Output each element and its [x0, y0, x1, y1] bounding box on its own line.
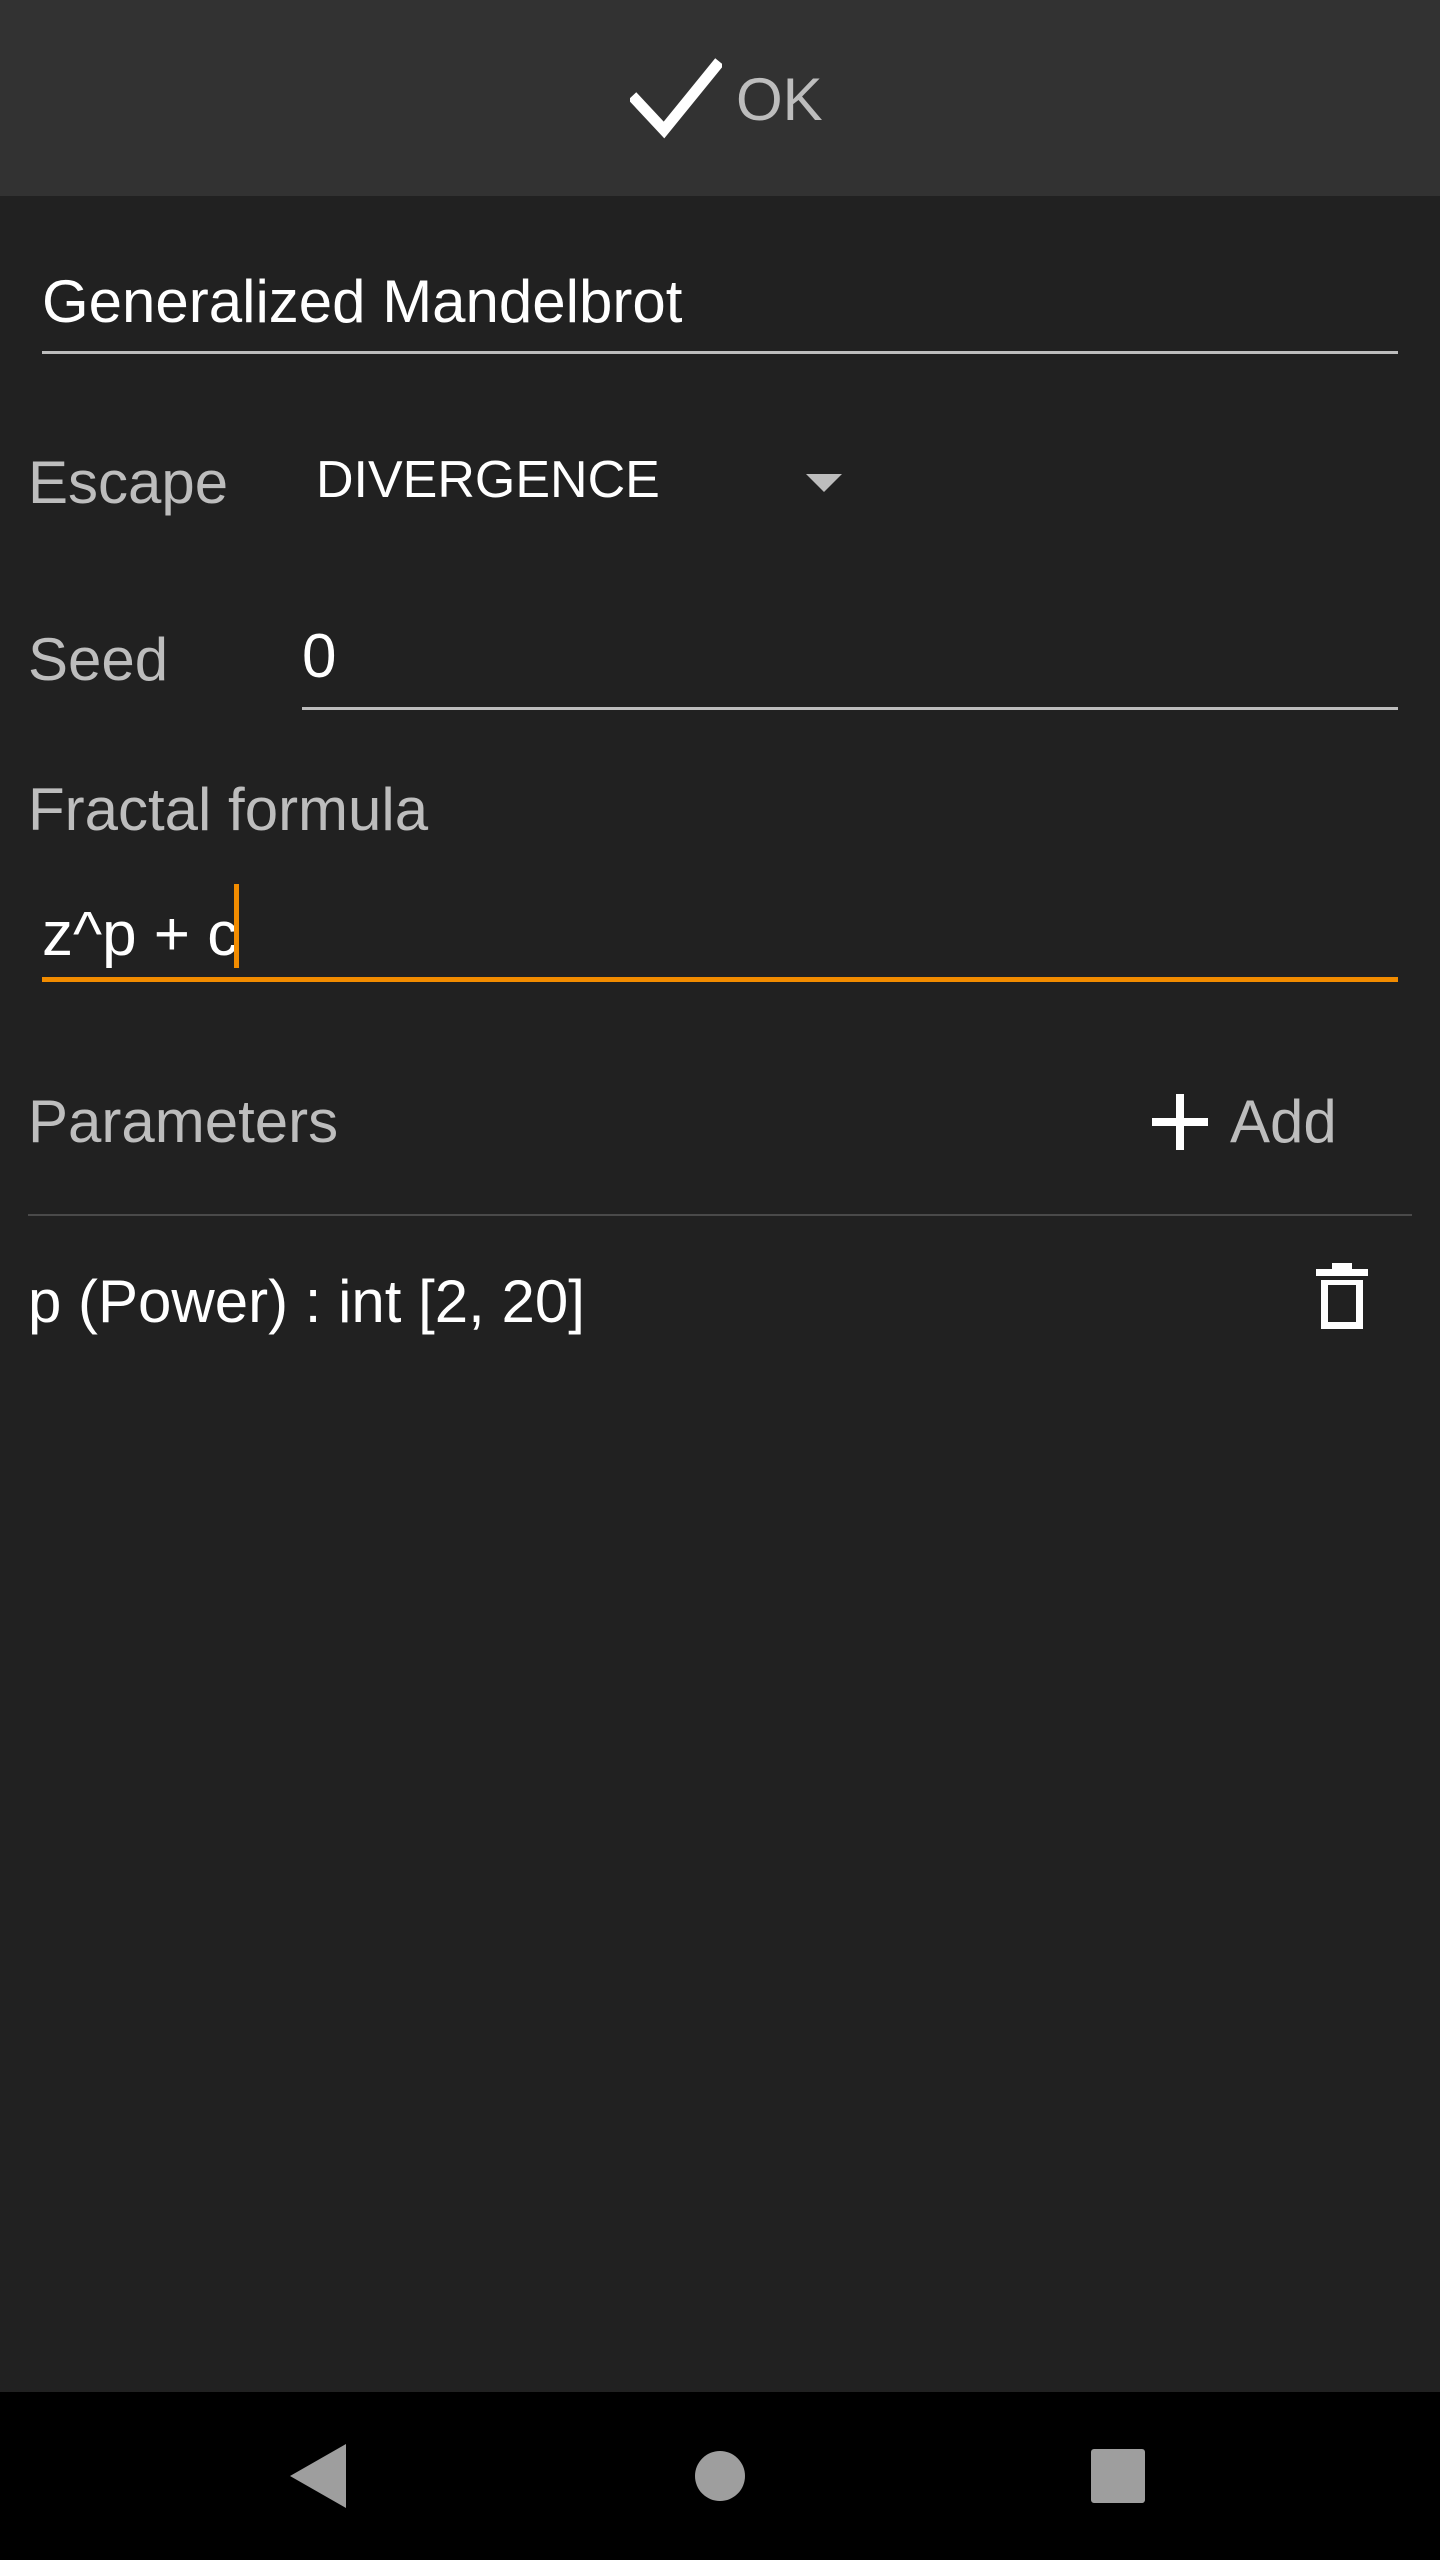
triangle-down-icon	[806, 474, 842, 499]
fractal-formula-input[interactable]: z^p + c	[42, 880, 1398, 982]
seed-value: 0	[302, 622, 337, 691]
parameters-heading: Parameters	[28, 1088, 339, 1155]
add-parameter-button[interactable]: Add	[1152, 1080, 1382, 1164]
trash-icon	[1316, 1262, 1368, 1334]
escape-label: Escape	[28, 449, 229, 516]
nav-back-button[interactable]	[276, 2436, 360, 2520]
fractal-name-value: Generalized Mandelbrot	[42, 268, 683, 335]
delete-parameter-button[interactable]	[1300, 1256, 1384, 1340]
recents-square-icon	[1091, 2448, 1145, 2508]
seed-input[interactable]: 0	[302, 614, 1398, 710]
top-action-bar: OK	[0, 0, 1440, 196]
ok-button[interactable]: OK	[630, 58, 830, 142]
text-caret	[234, 884, 239, 968]
check-icon	[630, 58, 722, 142]
parameter-row[interactable]: p (Power) : int [2, 20]	[0, 1240, 1440, 1370]
escape-value: DIVERGENCE	[316, 451, 660, 509]
fractal-name-input[interactable]: Generalized Mandelbrot	[42, 262, 1398, 354]
ok-label: OK	[736, 66, 823, 133]
fractal-formula-label: Fractal formula	[28, 776, 429, 843]
nav-recents-button[interactable]	[1076, 2436, 1160, 2520]
home-circle-icon	[694, 2450, 746, 2507]
fractal-formula-value: z^p + c	[42, 900, 239, 969]
system-navigation-bar	[0, 2392, 1440, 2560]
escape-dropdown[interactable]: DIVERGENCE	[296, 440, 856, 526]
back-triangle-icon	[290, 2443, 346, 2513]
seed-label: Seed	[28, 626, 169, 693]
parameters-divider	[28, 1214, 1412, 1216]
add-label: Add	[1230, 1088, 1337, 1155]
plus-icon	[1152, 1094, 1208, 1150]
parameter-label: p (Power) : int [2, 20]	[28, 1268, 585, 1335]
nav-home-button[interactable]	[678, 2436, 762, 2520]
